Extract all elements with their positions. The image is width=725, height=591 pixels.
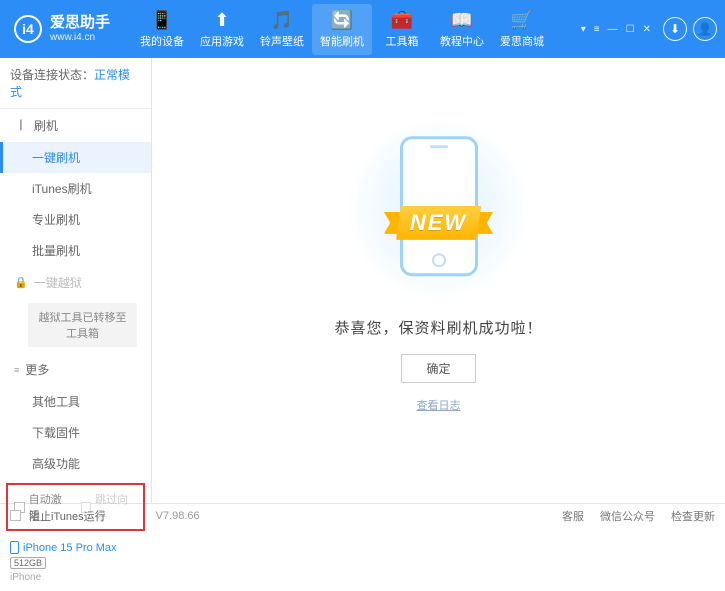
nav-apps[interactable]: ⬆应用游戏 <box>192 4 252 55</box>
sidebar: 设备连接状态：正常模式 ▕▏刷机 一键刷机 iTunes刷机 专业刷机 批量刷机… <box>0 58 152 503</box>
storage-badge: 512GB <box>10 557 46 569</box>
minimize-icon[interactable]: — <box>608 24 618 35</box>
sidebar-item-batch-flash[interactable]: 批量刷机 <box>0 235 151 266</box>
version-label: V7.98.66 <box>156 510 200 522</box>
phone-icon <box>10 541 19 554</box>
brand-title: 爱思助手 <box>50 15 110 32</box>
sidebar-item-advanced[interactable]: 高级功能 <box>0 448 151 479</box>
list-icon: ≡ <box>14 365 19 375</box>
success-illustration: NEW <box>349 119 529 299</box>
nav-ringtones[interactable]: 🎵铃声壁纸 <box>252 4 312 55</box>
top-nav: 📱我的设备 ⬆应用游戏 🎵铃声壁纸 🔄智能刷机 🧰工具箱 📖教程中心 🛒爱思商城 <box>132 4 552 55</box>
new-ribbon: NEW <box>396 206 481 240</box>
user-icon: 👤 <box>698 22 713 36</box>
tray-icon[interactable]: ≡ <box>594 24 600 35</box>
app-header: i4 爱思助手 www.i4.cn 📱我的设备 ⬆应用游戏 🎵铃声壁纸 🔄智能刷… <box>0 0 725 58</box>
download-icon: ⬇ <box>670 22 680 36</box>
device-info[interactable]: iPhone 15 Pro Max 512GB iPhone <box>0 535 151 591</box>
brand-url: www.i4.cn <box>50 32 110 43</box>
group-flash[interactable]: ▕▏刷机 <box>0 109 151 142</box>
apps-icon: ⬆ <box>192 10 252 30</box>
connection-status: 设备连接状态：正常模式 <box>0 58 151 109</box>
nav-tutorials[interactable]: 📖教程中心 <box>432 4 492 55</box>
account-button[interactable]: 👤 <box>693 17 717 41</box>
sidebar-item-oneclick-flash[interactable]: 一键刷机 <box>0 142 151 173</box>
success-message: 恭喜您，保资料刷机成功啦！ <box>334 317 542 338</box>
maximize-icon[interactable]: ☐ <box>626 24 635 35</box>
window-controls: ▾ ≡ — ☐ ✕ <box>581 24 651 35</box>
jailbreak-note: 越狱工具已转移至工具箱 <box>28 303 137 347</box>
device-type: iPhone <box>10 572 141 583</box>
view-log-link[interactable]: 查看日志 <box>417 397 461 413</box>
flash-icon: 🔄 <box>312 10 372 30</box>
nav-toolbox[interactable]: 🧰工具箱 <box>372 4 432 55</box>
link-wechat[interactable]: 微信公众号 <box>600 508 655 524</box>
sidebar-item-other-tools[interactable]: 其他工具 <box>0 386 151 417</box>
sidebar-item-download-firmware[interactable]: 下载固件 <box>0 417 151 448</box>
group-more[interactable]: ≡更多 <box>0 353 151 386</box>
group-jailbreak: 🔒一键越狱 <box>0 266 151 299</box>
device-icon: 📱 <box>132 10 192 30</box>
nav-my-device[interactable]: 📱我的设备 <box>132 4 192 55</box>
book-icon: 📖 <box>432 10 492 30</box>
brand: i4 爱思助手 www.i4.cn <box>14 15 110 43</box>
checkbox-block-itunes[interactable]: 阻止iTunes运行 <box>10 508 106 524</box>
close-icon[interactable]: ✕ <box>643 24 651 35</box>
cart-icon: 🛒 <box>492 10 552 30</box>
link-support[interactable]: 客服 <box>562 508 584 524</box>
logo-icon: i4 <box>14 15 42 43</box>
chevron-down-icon: ▕▏ <box>14 120 28 131</box>
ok-button[interactable]: 确定 <box>401 354 475 383</box>
menu-icon[interactable]: ▾ <box>581 24 586 35</box>
download-button[interactable]: ⬇ <box>663 17 687 41</box>
nav-flash[interactable]: 🔄智能刷机 <box>312 4 372 55</box>
toolbox-icon: 🧰 <box>372 10 432 30</box>
main-content: NEW 恭喜您，保资料刷机成功啦！ 确定 查看日志 <box>152 58 725 503</box>
sidebar-item-itunes-flash[interactable]: iTunes刷机 <box>0 173 151 204</box>
device-name: iPhone 15 Pro Max <box>23 542 117 554</box>
link-check-update[interactable]: 检查更新 <box>671 508 715 524</box>
nav-store[interactable]: 🛒爱思商城 <box>492 4 552 55</box>
sidebar-item-pro-flash[interactable]: 专业刷机 <box>0 204 151 235</box>
checkbox-icon <box>10 510 21 521</box>
music-icon: 🎵 <box>252 10 312 30</box>
lock-icon: 🔒 <box>14 276 28 289</box>
